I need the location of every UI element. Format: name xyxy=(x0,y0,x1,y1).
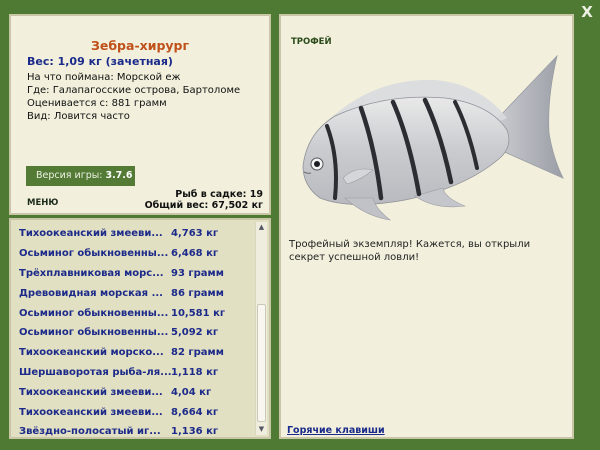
list-item-name: Трёхплавниковая морс... xyxy=(19,267,164,279)
list-item[interactable]: Трёхплавниковая морс... 93 грамм xyxy=(15,264,253,284)
list-item-name: Тихоокеанский змееви... xyxy=(19,386,163,398)
list-item-name: Звёздно-полосатый иг... xyxy=(19,426,161,438)
list-item-weight: 4,04 кг xyxy=(171,386,212,398)
list-item[interactable]: Осьминог обыкновенны... 10,581 кг xyxy=(15,303,253,323)
list-item-weight: 5,092 кг xyxy=(171,327,219,339)
list-item[interactable]: Тихоокеанский змееви... 4,04 кг xyxy=(15,382,253,402)
list-item[interactable]: Древовидная морская ... 86 грамм xyxy=(15,283,253,303)
catch-list-panel: Тихоокеанский змееви... 4,763 кг Осьминог … xyxy=(9,218,271,439)
scroll-thumb[interactable] xyxy=(257,304,266,422)
net-count: Рыб в садке: 19 xyxy=(175,189,263,200)
fish-value: Оценивается с: 881 грамм xyxy=(27,98,167,109)
version-badge: Версия игры: 3.7.6 xyxy=(26,166,135,186)
fish-title: Зебра-хирург xyxy=(90,38,190,53)
version-number: 3.7.6 xyxy=(105,170,133,181)
list-item-name: Шершаворотая рыба-ля... xyxy=(19,366,171,378)
trophy-panel: ТРОФЕЙ Трофейный экземпляр! Кажется, вы … xyxy=(279,14,574,439)
list-item[interactable]: Шершаворотая рыба-ля... 1,118 кг xyxy=(15,363,253,383)
trophy-label: ТРОФЕЙ xyxy=(291,37,332,47)
fish-catch-rate: Вид: Ловится часто xyxy=(27,111,130,122)
menu-button[interactable]: МЕНЮ xyxy=(27,198,58,208)
version-label: Версия игры: xyxy=(36,170,103,181)
net-stats: Рыб в садке: 19 Общий вес: 67,502 кг xyxy=(145,189,263,211)
list-item[interactable]: Осьминог обыкновенны... 6,468 кг xyxy=(15,244,253,264)
list-item-weight: 8,664 кг xyxy=(171,406,219,418)
list-item-name: Тихоокеанский змееви... xyxy=(19,406,163,418)
list-item-name: Осьминог обыкновенны... xyxy=(19,248,169,260)
fish-location: Где: Галапагосские острова, Бартоломе xyxy=(27,85,241,96)
list-item-name: Осьминог обыкновенны... xyxy=(19,327,169,339)
chevron-up-icon: ▲ xyxy=(258,223,265,231)
list-item[interactable]: Тихоокеанский морско... 82 грамм xyxy=(15,343,253,363)
scroll-down-button[interactable]: ▼ xyxy=(256,424,267,435)
net-total-weight: Общий вес: 67,502 кг xyxy=(144,200,263,211)
list-item-weight: 6,468 кг xyxy=(171,248,219,260)
list-item[interactable]: Тихоокеанский змееви... 8,664 кг xyxy=(15,402,253,422)
list-item-weight: 10,581 кг xyxy=(171,307,226,319)
fish-info-panel: Зебра-хирург Вес: 1,09 кг (зачетная) На … xyxy=(9,14,271,215)
fish-image xyxy=(302,54,564,221)
list-item[interactable]: Осьминог обыкновенны... 5,092 кг xyxy=(15,323,253,343)
list-item[interactable]: Тихоокеанский змееви... 4,763 кг xyxy=(15,224,253,244)
chevron-down-icon: ▼ xyxy=(258,425,265,433)
list-item-weight: 4,763 кг xyxy=(171,228,219,240)
trophy-text: Трофейный экземпляр! Кажется, вы открыли… xyxy=(289,239,531,263)
close-button[interactable]: X xyxy=(578,3,596,21)
list-item-name: Древовидная морская ... xyxy=(19,287,163,299)
hotkeys-link[interactable]: Горячие клавиши xyxy=(287,425,385,436)
list-item-weight: 1,136 кг xyxy=(171,426,219,438)
catch-list: Тихоокеанский змееви... 4,763 кг Осьминог … xyxy=(15,224,253,438)
list-item-name: Тихоокеанский змееви... xyxy=(19,228,163,240)
list-item-name: Тихоокеанский морско... xyxy=(19,347,164,359)
list-item-weight: 93 грамм xyxy=(171,267,224,279)
scrollbar[interactable]: ▲ ▼ xyxy=(255,222,267,435)
scroll-up-button[interactable]: ▲ xyxy=(256,222,267,233)
list-item-weight: 82 грамм xyxy=(171,347,224,359)
list-item-weight: 1,118 кг xyxy=(171,366,219,378)
list-item-weight: 86 грамм xyxy=(171,287,224,299)
fish-weight: Вес: 1,09 кг (зачетная) xyxy=(27,55,173,68)
list-item-name: Осьминог обыкновенны... xyxy=(19,307,169,319)
list-item[interactable]: Звёздно-полосатый иг... 1,136 кг xyxy=(15,422,253,438)
fish-bait: На что поймана: Морской еж xyxy=(27,72,181,83)
